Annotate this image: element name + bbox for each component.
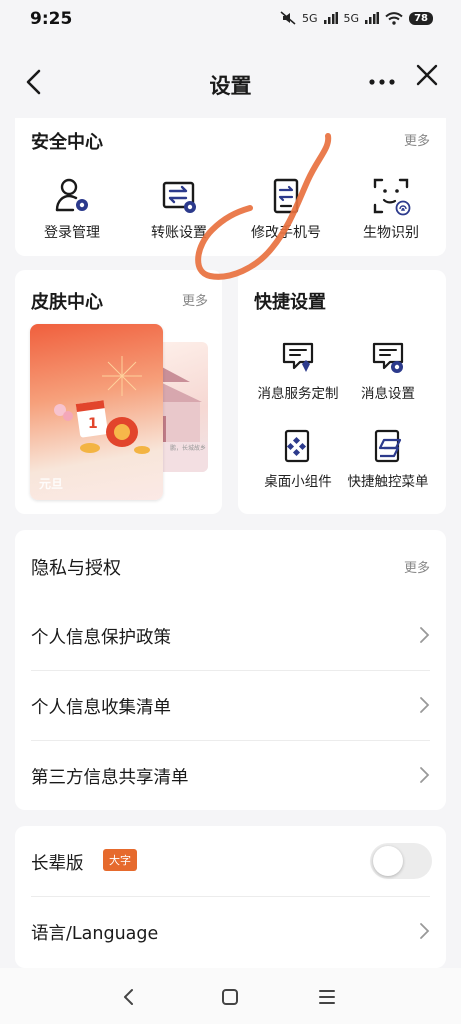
phone-swap-icon xyxy=(273,178,299,214)
signal-label: 5G xyxy=(343,11,360,25)
privacy-title: 隐私与授权 xyxy=(31,558,121,579)
change-phone-label: 修改手机号 xyxy=(251,225,321,241)
user-gear-icon xyxy=(55,178,88,212)
face-fingerprint-icon xyxy=(373,178,411,216)
more-options-icon[interactable] xyxy=(366,70,398,94)
skin-more-link[interactable]: 更多 xyxy=(182,290,208,309)
language-row[interactable]: 语言/Language xyxy=(15,896,446,966)
privacy-card: 隐私与授权 更多 个人信息保护政策 个人信息收集清单 第三方信息共享清单 xyxy=(15,530,446,810)
quick-touch-icon xyxy=(374,429,402,463)
svg-text:1: 1 xyxy=(88,416,98,432)
chevron-right-icon xyxy=(420,697,430,713)
large-text-badge: 大字 xyxy=(103,849,137,871)
login-management-label: 登录管理 xyxy=(44,225,100,241)
home-nav-icon[interactable] xyxy=(219,986,241,1008)
message-settings-icon xyxy=(372,342,404,373)
message-settings-label: 消息设置 xyxy=(361,386,415,402)
security-more-link[interactable]: 更多 xyxy=(404,130,430,149)
third-party-sharing-row[interactable]: 第三方信息共享清单 xyxy=(15,740,446,810)
theme-preview-carousel[interactable]: 鹏，长城故乡 1 元旦 xyxy=(30,324,208,502)
biometrics-button[interactable]: 生物识别 xyxy=(341,176,441,242)
desktop-widget-label: 桌面小组件 xyxy=(264,474,332,490)
elder-mode-toggle[interactable] xyxy=(370,843,432,879)
language-label: 语言/Language xyxy=(31,924,159,944)
message-service-button[interactable]: 消息服务定制 xyxy=(246,340,350,402)
desktop-widget-icon xyxy=(284,429,310,463)
battery-icon: 78 xyxy=(409,11,433,25)
quick-touch-menu-label: 快捷触控菜单 xyxy=(347,474,429,490)
shortcut-settings-card: 快捷设置 消息服务定制 消息设置 桌面小组件 快捷触控菜单 xyxy=(238,270,446,514)
security-center-card: 安全中心 更多 登录管理 转账设置 修改手机号 生物识别 xyxy=(15,118,446,256)
firework-illustration: 1 xyxy=(54,356,150,454)
chevron-right-icon xyxy=(420,767,430,783)
header: 设置 xyxy=(0,40,461,126)
theme-preview-note: 鹏，长城故乡 xyxy=(170,445,207,452)
security-center-title: 安全中心 xyxy=(31,132,103,153)
toggle-knob xyxy=(373,846,403,876)
quick-touch-menu-button[interactable]: 快捷触控菜单 xyxy=(336,428,440,490)
chevron-right-icon xyxy=(420,627,430,643)
shortcut-settings-title: 快捷设置 xyxy=(254,292,326,313)
elder-mode-label: 长辈版 xyxy=(31,854,84,874)
back-nav-icon[interactable] xyxy=(118,986,140,1008)
accessibility-card: 长辈版 大字 语言/Language xyxy=(15,826,446,968)
signal-icon xyxy=(323,12,338,24)
message-settings-button[interactable]: 消息设置 xyxy=(336,340,440,402)
status-bar: 9:25 5G 5G 78 xyxy=(0,0,461,40)
close-icon[interactable] xyxy=(414,62,440,88)
privacy-more-link[interactable]: 更多 xyxy=(404,557,430,576)
message-custom-icon xyxy=(282,342,314,372)
skin-center-title: 皮肤中心 xyxy=(31,292,103,313)
signal-icon xyxy=(365,12,380,24)
biometrics-label: 生物识别 xyxy=(363,225,419,241)
third-party-sharing-label: 第三方信息共享清单 xyxy=(31,768,189,788)
system-navigation-bar xyxy=(0,968,461,1024)
status-icons: 5G 5G 78 xyxy=(280,11,433,25)
info-collection-list-row[interactable]: 个人信息收集清单 xyxy=(15,670,446,740)
signal-label: 5G xyxy=(302,11,318,25)
menu-nav-icon[interactable] xyxy=(316,986,338,1008)
theme-name-label: 元旦 xyxy=(39,477,64,491)
transfer-settings-label: 转账设置 xyxy=(151,225,207,241)
desktop-widget-button[interactable]: 桌面小组件 xyxy=(246,428,350,490)
transfer-settings-icon xyxy=(162,181,196,213)
chevron-right-icon xyxy=(420,923,430,939)
skin-center-card: 皮肤中心 更多 鹏，长城故乡 1 元旦 xyxy=(15,270,222,514)
change-phone-button[interactable]: 修改手机号 xyxy=(236,176,336,242)
login-management-button[interactable]: 登录管理 xyxy=(22,176,122,242)
theme-preview-new-year[interactable]: 1 元旦 xyxy=(30,324,163,500)
transfer-settings-button[interactable]: 转账设置 xyxy=(129,176,229,242)
mute-icon xyxy=(280,11,296,25)
info-collection-list-label: 个人信息收集清单 xyxy=(31,698,171,718)
privacy-policy-label: 个人信息保护政策 xyxy=(31,628,171,648)
message-service-label: 消息服务定制 xyxy=(257,386,339,402)
status-time: 9:25 xyxy=(30,9,73,29)
privacy-policy-row[interactable]: 个人信息保护政策 xyxy=(15,600,446,670)
wifi-icon xyxy=(385,11,403,25)
